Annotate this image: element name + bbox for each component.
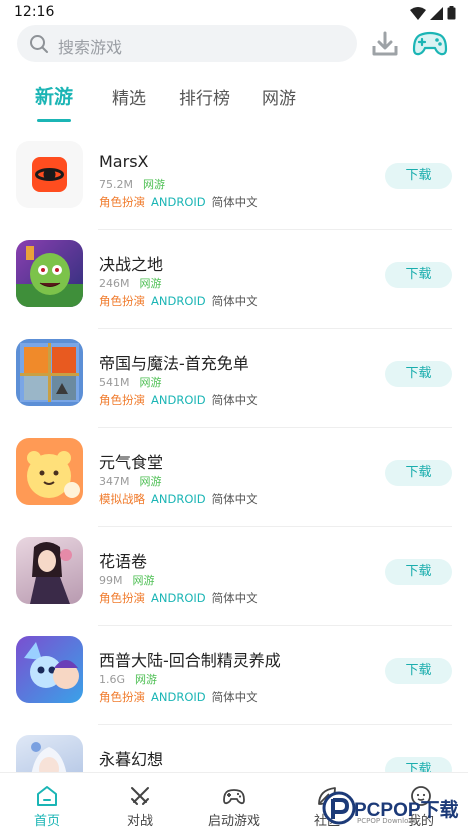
tab-ranking[interactable]: 排行榜 (179, 84, 230, 109)
gamepad-icon (223, 789, 245, 805)
list-item[interactable]: 元气食堂 347M 网游 模拟战略 ANDROID 简体中文 下载 (0, 428, 468, 527)
search-icon (30, 35, 48, 53)
list-item[interactable]: 西普大陆-回合制精灵养成 1.6G 网游 角色扮演 ANDROID 简体中文 下载 (0, 626, 468, 725)
game-icon (16, 240, 83, 307)
game-net-badge: 网游 (142, 178, 165, 191)
game-language: 简体中文 (211, 393, 258, 407)
game-platform: ANDROID (151, 195, 206, 209)
status-icons (410, 6, 456, 20)
download-button[interactable]: 下载 (385, 658, 452, 684)
game-size: 246M (99, 277, 130, 290)
download-button[interactable]: 下载 (385, 163, 452, 189)
game-tags: 模拟战略 ANDROID 简体中文 (99, 491, 258, 507)
game-icon (16, 537, 83, 604)
nav-launch-game[interactable]: 启动游戏 (187, 773, 281, 832)
game-genre: 角色扮演 (99, 690, 145, 704)
swords-icon (131, 787, 149, 805)
download-button[interactable]: 下载 (385, 559, 452, 585)
list-item[interactable]: 花语卷 99M 网游 角色扮演 ANDROID 简体中文 下载 (0, 527, 468, 626)
game-size: 75.2M (99, 178, 133, 191)
game-platform: ANDROID (151, 294, 206, 308)
nav-label: 首页 (33, 814, 60, 829)
tab-featured[interactable]: 精选 (112, 84, 146, 109)
game-size: 347M (99, 475, 130, 488)
game-platform: ANDROID (151, 591, 206, 605)
game-name: MarsX (99, 152, 149, 171)
gamepad-icon[interactable] (412, 28, 448, 58)
watermark-logo (322, 791, 356, 825)
signal-icon (430, 6, 443, 20)
game-tags: 角色扮演 ANDROID 简体中文 (99, 689, 258, 705)
status-time: 12:16 (14, 4, 55, 20)
game-icon (16, 141, 83, 208)
game-icon (16, 636, 83, 703)
game-tags: 角色扮演 ANDROID 简体中文 (99, 293, 258, 309)
game-language: 简体中文 (211, 195, 258, 209)
watermark: PCPOP下载 PCPOP Download (322, 789, 468, 832)
tab-indicator (37, 119, 71, 122)
game-meta: 99M 网游 (99, 572, 155, 588)
game-platform: ANDROID (151, 492, 206, 506)
game-genre: 模拟战略 (99, 492, 145, 506)
game-tags: 角色扮演 ANDROID 简体中文 (99, 590, 258, 606)
game-meta: 246M 网游 (99, 275, 162, 291)
game-net-badge: 网游 (139, 376, 162, 389)
game-net-badge: 网游 (139, 475, 162, 488)
game-net-badge: 网游 (135, 673, 158, 686)
nav-label: 对战 (126, 814, 153, 829)
download-button[interactable]: 下载 (385, 262, 452, 288)
game-tags: 角色扮演 ANDROID 简体中文 (99, 194, 258, 210)
game-platform: ANDROID (151, 690, 206, 704)
game-name: 西普大陆-回合制精灵养成 (99, 651, 281, 670)
game-meta: 1.6G 网游 (99, 671, 157, 687)
game-meta: 347M 网游 (99, 473, 162, 489)
game-name: 元气食堂 (99, 453, 164, 472)
game-size: 541M (99, 376, 130, 389)
status-bar: 12:16 (0, 0, 468, 26)
search-row: 搜索游戏 (0, 24, 468, 64)
tab-online[interactable]: 网游 (262, 84, 296, 109)
game-language: 简体中文 (211, 690, 258, 704)
game-meta: 75.2M 网游 (99, 176, 165, 192)
search-placeholder: 搜索游戏 (58, 38, 123, 57)
tab-new[interactable]: 新游 (35, 82, 73, 109)
game-genre: 角色扮演 (99, 591, 145, 605)
download-manager-icon[interactable] (371, 31, 399, 57)
game-size: 1.6G (99, 673, 126, 686)
list-item[interactable]: 决战之地 246M 网游 角色扮演 ANDROID 简体中文 下载 (0, 230, 468, 329)
battery-icon (447, 6, 456, 20)
game-platform: ANDROID (151, 393, 206, 407)
game-size: 99M (99, 574, 123, 587)
game-name: 帝国与魔法-首充免单 (99, 354, 249, 373)
game-language: 简体中文 (211, 492, 258, 506)
game-genre: 角色扮演 (99, 195, 145, 209)
nav-label: 启动游戏 (207, 814, 260, 829)
home-icon (37, 786, 57, 806)
search-input[interactable]: 搜索游戏 (17, 25, 357, 62)
game-name: 决战之地 (99, 255, 164, 274)
game-genre: 角色扮演 (99, 294, 145, 308)
list-item[interactable]: MarsX 75.2M 网游 角色扮演 ANDROID 简体中文 下载 (0, 131, 468, 230)
game-meta: 541M 网游 (99, 374, 162, 390)
game-icon (16, 339, 83, 406)
download-button[interactable]: 下载 (385, 361, 452, 387)
game-icon (16, 438, 83, 505)
nav-battle[interactable]: 对战 (93, 773, 187, 832)
game-name: 花语卷 (99, 552, 148, 571)
category-tabs: 新游 精选 排行榜 网游 (0, 80, 468, 126)
nav-home[interactable]: 首页 (0, 773, 94, 832)
game-tags: 角色扮演 ANDROID 简体中文 (99, 392, 258, 408)
game-net-badge: 网游 (139, 277, 162, 290)
wifi-icon (410, 6, 426, 20)
game-genre: 角色扮演 (99, 393, 145, 407)
watermark-subtext: PCPOP Download (357, 817, 418, 825)
game-net-badge: 网游 (132, 574, 155, 587)
game-name: 永暮幻想 (99, 750, 164, 769)
game-language: 简体中文 (211, 591, 258, 605)
download-button[interactable]: 下载 (385, 460, 452, 486)
list-item[interactable]: 帝国与魔法-首充免单 541M 网游 角色扮演 ANDROID 简体中文 下载 (0, 329, 468, 428)
game-language: 简体中文 (211, 294, 258, 308)
